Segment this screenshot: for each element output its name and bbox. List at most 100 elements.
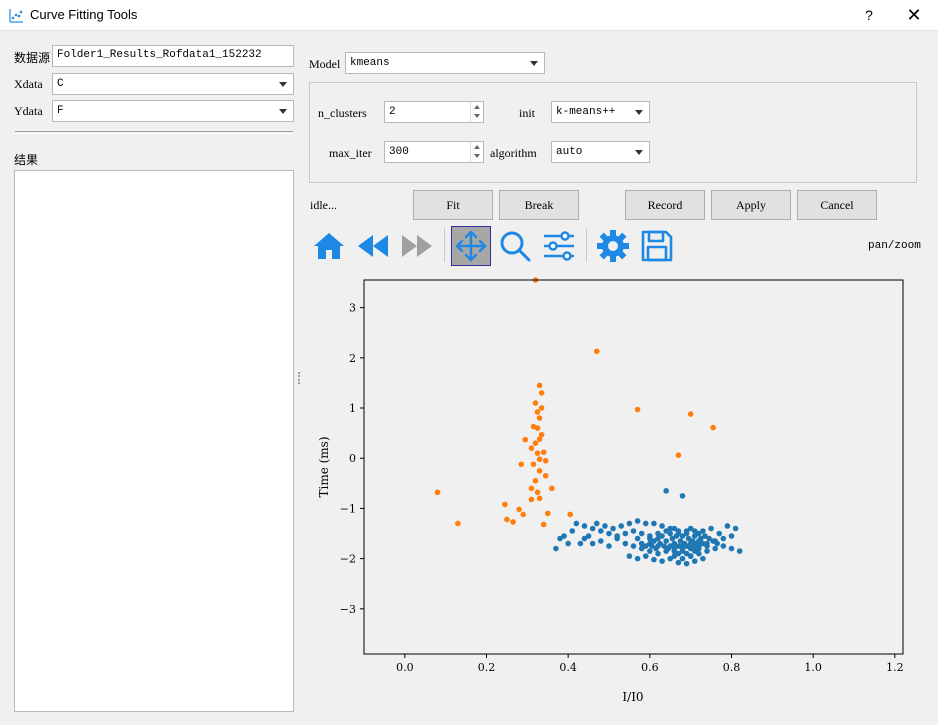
algorithm-select[interactable]: auto bbox=[551, 141, 650, 163]
data-point-series-1 bbox=[630, 528, 637, 534]
data-point-series-1 bbox=[728, 545, 735, 552]
data-point-series-1 bbox=[691, 543, 698, 549]
data-point-series-1 bbox=[714, 540, 721, 547]
spin-buttons[interactable] bbox=[470, 102, 483, 122]
xdata-label: Xdata bbox=[14, 77, 43, 91]
chevron-down-icon bbox=[279, 109, 287, 114]
data-point-series-1 bbox=[720, 543, 727, 549]
splitter-handle[interactable] bbox=[298, 372, 300, 384]
data-point-series-1 bbox=[569, 528, 576, 534]
datasource-field[interactable]: Folder1_Results_Rofdata1_152232 bbox=[52, 45, 294, 67]
data-point-series-0 bbox=[536, 456, 543, 463]
max-iter-label: max_iter bbox=[329, 146, 372, 160]
model-label: Model bbox=[309, 57, 341, 71]
subplots-icon[interactable] bbox=[541, 228, 577, 264]
apply-button[interactable]: Apply bbox=[711, 190, 791, 220]
forward-icon[interactable] bbox=[399, 228, 435, 264]
data-point-series-0 bbox=[532, 440, 539, 446]
spin-up-icon[interactable] bbox=[474, 145, 480, 149]
data-point-series-1 bbox=[728, 533, 735, 539]
data-point-series-0 bbox=[518, 461, 525, 468]
data-point-series-1 bbox=[606, 530, 612, 537]
init-select-value: k-means++ bbox=[556, 106, 616, 118]
ydata-select[interactable]: F bbox=[52, 100, 294, 122]
data-point-series-1 bbox=[716, 530, 723, 537]
toolbar-mode-label: pan/zoom bbox=[868, 240, 921, 252]
close-button[interactable]: ✕ bbox=[902, 4, 926, 26]
data-point-series-1 bbox=[593, 520, 600, 527]
data-point-series-1 bbox=[724, 523, 731, 529]
cancel-button[interactable]: Cancel bbox=[797, 190, 877, 220]
data-point-series-0 bbox=[538, 405, 545, 411]
xdata-select-value: C bbox=[57, 78, 64, 90]
data-point-series-1 bbox=[581, 523, 588, 529]
record-button[interactable]: Record bbox=[625, 190, 705, 220]
window-title: Curve Fitting Tools bbox=[30, 7, 138, 22]
data-point-series-1 bbox=[634, 518, 641, 524]
data-point-series-1 bbox=[659, 523, 665, 529]
data-point-series-0 bbox=[536, 436, 543, 442]
spin-down-icon[interactable] bbox=[474, 114, 480, 118]
spin-down-icon[interactable] bbox=[474, 154, 480, 158]
data-point-series-0 bbox=[593, 348, 600, 355]
data-point-series-1 bbox=[659, 533, 665, 539]
chevron-down-icon bbox=[635, 150, 643, 155]
plot-area[interactable]: 0.0 0.2 0.4 0.6 0.8 1.0 1.2 −3 −2 −1 0 1 2 3 I/I0 Tim… bbox=[309, 268, 929, 718]
data-point-series-0 bbox=[634, 406, 641, 413]
data-point-series-0 bbox=[528, 445, 535, 451]
toolbar-separator bbox=[586, 228, 587, 262]
data-point-series-0 bbox=[504, 516, 510, 523]
model-select[interactable]: kmeans bbox=[345, 52, 545, 74]
back-icon[interactable] bbox=[355, 228, 391, 264]
chevron-down-icon bbox=[279, 82, 287, 87]
data-point-series-0 bbox=[540, 521, 547, 528]
data-point-series-0 bbox=[542, 457, 549, 464]
data-point-series-0 bbox=[675, 452, 682, 459]
help-button[interactable]: ? bbox=[858, 4, 880, 26]
data-point-series-1 bbox=[618, 523, 625, 529]
init-select[interactable]: k-means++ bbox=[551, 101, 650, 123]
xdata-select[interactable]: C bbox=[52, 73, 294, 95]
data-point-series-1 bbox=[634, 535, 641, 542]
data-point-series-0 bbox=[530, 461, 537, 468]
data-point-series-1 bbox=[577, 540, 584, 547]
chevron-down-icon bbox=[635, 110, 643, 115]
save-icon[interactable] bbox=[639, 228, 675, 264]
settings-icon[interactable] bbox=[595, 228, 631, 264]
x-tick-label: 0.2 bbox=[478, 661, 496, 674]
chart-app-icon bbox=[9, 9, 23, 23]
zoom-icon[interactable] bbox=[497, 228, 533, 264]
home-icon[interactable] bbox=[311, 228, 347, 264]
n-clusters-spinbox[interactable]: 2 bbox=[384, 101, 484, 123]
scatter-chart[interactable]: 0.0 0.2 0.4 0.6 0.8 1.0 1.2 −3 −2 −1 0 1 2 3 I/I0 Tim… bbox=[309, 268, 929, 718]
params-group bbox=[309, 82, 917, 183]
data-point-series-0 bbox=[532, 478, 539, 484]
spin-up-icon[interactable] bbox=[474, 105, 480, 109]
result-textarea[interactable] bbox=[14, 170, 294, 712]
data-point-series-1 bbox=[614, 533, 620, 539]
data-point-series-1 bbox=[683, 560, 690, 567]
data-point-series-1 bbox=[610, 525, 616, 532]
data-point-series-1 bbox=[671, 525, 678, 532]
data-point-series-1 bbox=[659, 558, 665, 564]
spin-buttons[interactable] bbox=[470, 142, 483, 162]
data-point-series-0 bbox=[544, 510, 551, 517]
data-point-series-0 bbox=[567, 511, 574, 518]
data-point-series-1 bbox=[704, 543, 710, 549]
data-point-series-0 bbox=[536, 495, 543, 502]
y-tick-label: −2 bbox=[340, 553, 356, 566]
y-tick-label: 3 bbox=[349, 302, 356, 315]
pan-icon[interactable] bbox=[453, 228, 489, 264]
max-iter-spinbox[interactable]: 300 bbox=[384, 141, 484, 163]
data-point-series-1 bbox=[655, 543, 661, 549]
data-point-series-1 bbox=[663, 488, 669, 494]
model-select-value: kmeans bbox=[350, 57, 390, 69]
data-point-series-1 bbox=[712, 545, 718, 552]
data-point-series-1 bbox=[679, 555, 686, 562]
fit-button[interactable]: Fit bbox=[413, 190, 493, 220]
break-button[interactable]: Break bbox=[499, 190, 579, 220]
data-point-series-0 bbox=[710, 424, 716, 431]
data-point-series-0 bbox=[538, 390, 545, 396]
data-point-series-1 bbox=[642, 543, 649, 549]
plot-frame bbox=[363, 279, 904, 655]
